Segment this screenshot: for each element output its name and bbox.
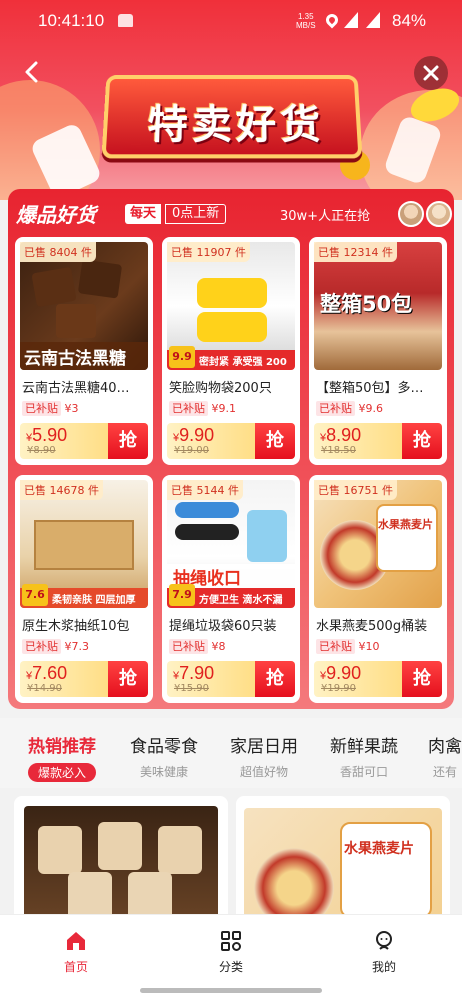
grab-button[interactable]: 抢 [255,661,295,697]
price: ¥7.90 [173,663,215,683]
location-icon [323,11,341,29]
sold-count: 已售 11907 件 [167,242,250,262]
chevron-left-icon [25,61,38,83]
price: ¥7.60 [26,663,68,683]
tab-home[interactable]: 家居日用 超值好物 [230,732,298,780]
image-caption: 柔韧亲肤 四层加厚 [52,595,136,606]
product-name: 笑脸购物袋200只 [169,381,272,396]
tab-fresh[interactable]: 新鲜果蔬 香甜可口 [330,732,398,780]
subsidy-info: 已补贴 ¥9.1 [169,400,236,416]
net-speed: 1.35 MB/S [296,12,316,30]
grab-button[interactable]: 抢 [255,423,295,459]
daily-tag: 每天 [125,204,162,224]
sold-count: 已售 5144 件 [167,480,243,500]
nav-profile[interactable]: 我的 [344,929,424,975]
close-icon [423,65,439,81]
product-card[interactable]: 9.9 密封紧 承受强 200个 已售 11907 件 笑脸购物袋200只 已补… [162,237,300,465]
grid-icon [221,931,241,951]
sold-count: 已售 8404 件 [20,242,96,262]
section-title: 爆品好货 [16,203,96,227]
subsidy-info: 已补贴 ¥7.3 [22,638,89,654]
original-price: ¥19.00 [174,445,209,456]
signal-icon [344,12,358,28]
avatar [398,201,424,227]
close-button[interactable] [414,56,448,90]
original-price: ¥18.50 [321,445,356,456]
original-price: ¥14.90 [27,683,62,694]
product-name: 原生木浆抽纸10包 [22,619,130,634]
price-bar: ¥9.90 ¥19.00 抢 [167,423,295,459]
feed-card[interactable]: 水果燕麦片 [236,796,450,926]
original-price: ¥8.90 [27,445,56,456]
sold-count: 已售 16751 件 [314,480,397,500]
refresh-time: 0点上新 [165,204,227,224]
image-caption: 整箱50包 [320,292,413,316]
product-card[interactable]: 整箱50包 已售 12314 件 【整箱50包】多… 已补贴 ¥9.6 ¥8.9… [309,237,447,465]
subsidy-info: 已补贴 ¥3 [22,400,79,416]
feed-image: 水果燕麦片 [244,808,442,926]
sold-count: 已售 12314 件 [314,242,397,262]
android-icon [118,14,133,27]
gesture-bar[interactable] [140,988,322,993]
status-bar: 10:41:10 1.35 MB/S 84% [0,0,462,42]
feed-image [24,806,218,926]
subsidy-info: 已补贴 ¥9.6 [316,400,383,416]
tab-food[interactable]: 食品零食 美味健康 [130,732,198,780]
nav-home[interactable]: 首页 [36,929,116,975]
hot-products-panel: 爆品好货 每天 0点上新 30w+人正在抢 云南古法黑糖 已售 8404 件 云… [8,189,454,709]
home-icon [67,932,85,950]
price: ¥5.90 [26,425,68,445]
original-price: ¥19.90 [321,683,356,694]
buyers-count: 30w+人正在抢 [280,209,371,224]
original-price: ¥15.90 [174,683,209,694]
category-tabs: 热销推荐 爆款必入 食品零食 美味健康 家居日用 超值好物 新鲜果蔬 香甜可口 … [0,718,462,788]
product-name: 【整箱50包】多… [316,381,424,396]
price-badge: 9.9 [169,346,195,368]
title-banner: 特卖好货 [101,75,363,159]
page-title: 特卖好货 [146,102,326,149]
panel-header: 爆品好货 每天 0点上新 30w+人正在抢 [8,189,454,237]
subsidy-info: 已补贴 ¥8 [169,638,226,654]
subsidy-info: 已补贴 ¥10 [316,638,380,654]
image-caption: 密封紧 承受强 200个 [199,357,287,368]
signal-icon [366,12,380,28]
product-name: 水果燕麦500g桶装 [316,619,428,634]
feed-caption: 水果燕麦片 [344,841,414,857]
battery-level: 84% [392,11,427,30]
price: ¥9.90 [320,663,362,683]
product-card[interactable]: 云南古法黑糖 已售 8404 件 云南古法黑糖40… 已补贴 ¥3 ¥5.90 … [15,237,153,465]
grab-button[interactable]: 抢 [108,661,148,697]
tab-meat[interactable]: 肉禽 还有 [428,732,462,780]
price-bar: ¥5.90 ¥8.90 抢 [20,423,148,459]
image-caption: 云南古法黑糖 [24,349,126,369]
price-bar: ¥7.60 ¥14.90 抢 [20,661,148,697]
grab-button[interactable]: 抢 [402,423,442,459]
product-card[interactable]: 7.6 柔韧亲肤 四层加厚 已售 14678 件 原生木浆抽纸10包 已补贴 ¥… [15,475,153,703]
price-bar: ¥7.90 ¥15.90 抢 [167,661,295,697]
feed-card[interactable] [14,796,228,926]
price-bar: ¥8.90 ¥18.50 抢 [314,423,442,459]
product-name: 提绳垃圾袋60只装 [169,619,277,634]
price: ¥8.90 [320,425,362,445]
product-card[interactable]: 抽绳收口 7.9 方便卫生 滴水不漏 已售 5144 件 提绳垃圾袋60只装 已… [162,475,300,703]
status-time: 10:41:10 [38,11,105,30]
grab-button[interactable]: 抢 [108,423,148,459]
image-subcaption: 方便卫生 滴水不漏 [199,595,283,606]
back-button[interactable] [18,58,46,86]
price-badge: 7.9 [169,584,195,606]
price-bar: ¥9.90 ¥19.90 抢 [314,661,442,697]
product-name: 云南古法黑糖40… [22,381,130,396]
price-badge: 7.6 [22,584,48,606]
avatar [426,201,452,227]
grab-button[interactable]: 抢 [402,661,442,697]
user-icon [376,931,392,950]
product-card[interactable]: 水果燕麦片 已售 16751 件 水果燕麦500g桶装 已补贴 ¥10 ¥9.9… [309,475,447,703]
price: ¥9.90 [173,425,215,445]
tab-hot[interactable]: 热销推荐 爆款必入 [28,732,96,782]
sold-count: 已售 14678 件 [20,480,103,500]
image-caption: 水果燕麦片 [378,518,433,531]
nav-category[interactable]: 分类 [191,929,271,975]
hero-header: 10:41:10 1.35 MB/S 84% 特卖好货 [0,0,462,200]
